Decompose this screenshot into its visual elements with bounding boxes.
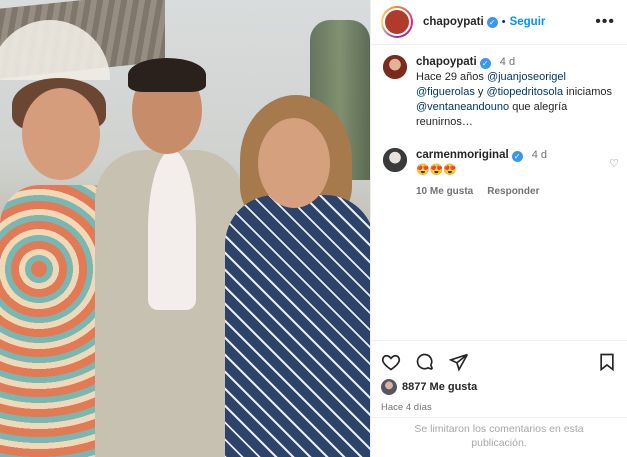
comment-body: carmenmoriginal ✓ 4 d 😍😍😍 10 Me gusta Resp… bbox=[416, 148, 547, 199]
likes-count[interactable]: 8877 Me gusta bbox=[402, 381, 477, 393]
comment-meta: 10 Me gusta Responder bbox=[416, 184, 547, 199]
caption-text-part: Hace 29 años bbox=[416, 71, 487, 83]
post-side-panel: chapoypati ✓ • Seguir ••• chapoypati ✓ 4 … bbox=[370, 0, 627, 457]
comment-text: 😍😍😍 bbox=[416, 164, 458, 176]
like-heart-icon[interactable] bbox=[381, 352, 401, 372]
post-header: chapoypati ✓ • Seguir ••• bbox=[371, 0, 627, 45]
verified-badge-icon: ✓ bbox=[511, 151, 523, 162]
comment-time[interactable]: 4 d bbox=[532, 149, 547, 161]
caption: chapoypati ✓ 4 d Hace 29 años @juanjoseor… bbox=[371, 45, 627, 130]
save-bookmark-icon[interactable] bbox=[597, 352, 617, 372]
mention-link[interactable]: @tiopedritosola bbox=[487, 86, 564, 98]
action-icons bbox=[381, 349, 617, 375]
caption-text-part: y bbox=[474, 86, 487, 98]
verified-badge-icon: ✓ bbox=[486, 16, 498, 28]
photo-person-right-head bbox=[258, 118, 330, 208]
share-send-icon[interactable] bbox=[449, 352, 469, 372]
verified-badge-icon: ✓ bbox=[479, 58, 491, 69]
caption-avatar[interactable] bbox=[383, 55, 407, 79]
more-horizontal-icon[interactable]: ••• bbox=[595, 13, 615, 31]
post-photo[interactable] bbox=[0, 0, 370, 457]
header-separator: • bbox=[501, 16, 506, 28]
liker-avatar bbox=[381, 379, 397, 395]
comment-item: carmenmoriginal ✓ 4 d 😍😍😍 10 Me gusta Resp… bbox=[371, 130, 627, 199]
comments-limited-notice: Se limitaron los comentarios en esta pub… bbox=[371, 417, 627, 457]
commenter-username[interactable]: carmenmoriginal bbox=[416, 149, 509, 161]
caption-text: Hace 29 años @juanjoseorigel @figuerolas… bbox=[416, 70, 615, 130]
caption-body: chapoypati ✓ 4 d Hace 29 años @juanjoseor… bbox=[416, 55, 615, 130]
photo-person-left-head bbox=[22, 88, 100, 180]
post-date[interactable]: Hace 4 días bbox=[381, 402, 617, 413]
mention-link[interactable]: @ventaneandouno bbox=[416, 101, 509, 113]
comment-bubble-icon[interactable] bbox=[415, 352, 435, 372]
caption-time[interactable]: 4 d bbox=[500, 56, 515, 68]
author-avatar[interactable] bbox=[381, 6, 413, 38]
photo-person-center-hair bbox=[128, 58, 206, 92]
author-username[interactable]: chapoypati bbox=[423, 16, 484, 28]
follow-button[interactable]: Seguir bbox=[510, 16, 546, 28]
comment-likes[interactable]: 10 Me gusta bbox=[416, 186, 473, 197]
caption-text-part: iniciamos bbox=[563, 86, 613, 98]
post-actions: 8877 Me gusta Hace 4 días bbox=[371, 340, 627, 413]
likes-row[interactable]: 8877 Me gusta bbox=[381, 379, 617, 395]
commenter-avatar[interactable] bbox=[383, 148, 407, 172]
mention-link[interactable]: @figuerolas bbox=[416, 86, 475, 98]
mention-link[interactable]: @juanjoseorigel bbox=[487, 71, 566, 83]
comment-like-heart-icon[interactable]: ♡ bbox=[609, 157, 619, 170]
caption-username[interactable]: chapoypati bbox=[416, 56, 477, 68]
reply-button[interactable]: Responder bbox=[487, 186, 539, 197]
photo-person-right-body bbox=[225, 195, 370, 457]
photo-person-center-shirt bbox=[148, 150, 196, 310]
